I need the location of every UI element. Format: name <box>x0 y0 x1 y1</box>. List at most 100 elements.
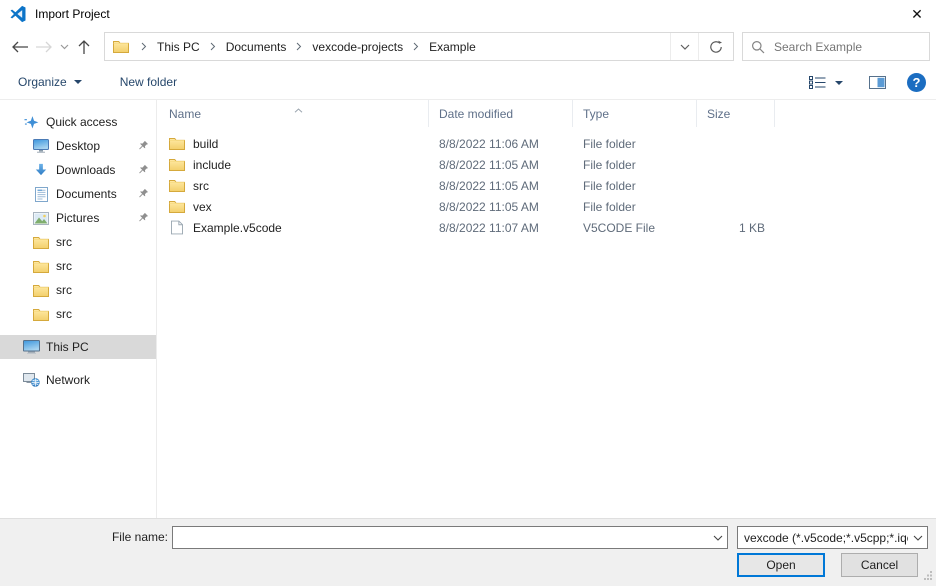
sidebar-item-label: Documents <box>56 187 117 201</box>
table-row[interactable]: src 8/8/2022 11:05 AM File folder <box>157 175 936 196</box>
change-view-button[interactable] <box>805 72 847 93</box>
sidebar-item-label: Network <box>46 373 90 387</box>
sidebar-item-pictures[interactable]: Pictures <box>0 206 156 230</box>
documents-icon <box>32 187 50 202</box>
folder-icon <box>169 158 185 171</box>
file-type: V5CODE File <box>573 221 697 235</box>
file-date-modified: 8/8/2022 11:05 AM <box>429 200 573 214</box>
folder-icon <box>169 200 185 213</box>
column-header-date-modified[interactable]: Date modified <box>429 100 573 127</box>
resize-grip[interactable] <box>924 569 933 583</box>
sidebar-item-network[interactable]: Network <box>0 368 156 392</box>
pictures-icon <box>32 212 50 225</box>
file-size: 1 KB <box>697 221 775 235</box>
search-input[interactable] <box>774 40 921 54</box>
sidebar-item-this-pc[interactable]: This PC <box>0 335 156 359</box>
file-date-modified: 8/8/2022 11:05 AM <box>429 158 573 172</box>
file-name: build <box>193 137 218 151</box>
file-name-label: File name: <box>0 530 168 544</box>
close-icon[interactable]: ✕ <box>907 4 927 24</box>
file-type: File folder <box>573 200 697 214</box>
open-button[interactable]: Open <box>737 553 825 577</box>
file-name: include <box>193 158 231 172</box>
sidebar-item-label: Pictures <box>56 211 99 225</box>
breadcrumb-documents[interactable]: Documents <box>222 33 291 60</box>
sidebar-item-src[interactable]: src <box>0 302 156 326</box>
help-icon[interactable]: ? <box>907 73 926 92</box>
navigation-bar: This PC Documents vexcode-projects Examp… <box>0 28 936 65</box>
folder-icon <box>32 260 50 273</box>
cancel-button[interactable]: Cancel <box>841 553 918 577</box>
folder-icon <box>32 236 50 249</box>
file-type: File folder <box>573 158 697 172</box>
refresh-icon[interactable] <box>698 33 733 60</box>
sidebar-item-documents[interactable]: Documents <box>0 182 156 206</box>
table-row[interactable]: vex 8/8/2022 11:05 AM File folder <box>157 196 936 217</box>
breadcrumb-vexcode-projects[interactable]: vexcode-projects <box>308 33 407 60</box>
file-type: File folder <box>573 179 697 193</box>
sidebar-item-label: src <box>56 259 72 273</box>
file-name: src <box>193 179 209 193</box>
file-type-select[interactable]: vexcode (*.v5code;*.v5cpp;*.iqc <box>737 526 928 549</box>
column-header-type[interactable]: Type <box>573 100 697 127</box>
search-box[interactable] <box>742 32 930 61</box>
sidebar-item-src[interactable]: src <box>0 254 156 278</box>
command-toolbar: Organize New folder ? <box>0 65 936 100</box>
sidebar-item-src[interactable]: src <box>0 278 156 302</box>
file-name-combo <box>172 526 728 549</box>
file-list: Name Date modified Type Size build 8/8/2… <box>157 100 936 518</box>
address-bar[interactable]: This PC Documents vexcode-projects Examp… <box>104 32 734 61</box>
folder-icon <box>169 137 185 150</box>
table-row[interactable]: include 8/8/2022 11:05 AM File folder <box>157 154 936 175</box>
column-header-size[interactable]: Size <box>697 100 775 127</box>
pin-icon[interactable] <box>138 212 149 223</box>
sidebar-item-src[interactable]: src <box>0 230 156 254</box>
sidebar-item-label: Desktop <box>56 139 100 153</box>
new-folder-button[interactable]: New folder <box>114 70 183 94</box>
breadcrumb-chevron-icon <box>290 33 308 60</box>
sidebar-item-downloads[interactable]: Downloads <box>0 158 156 182</box>
back-button[interactable] <box>8 35 32 59</box>
file-rows: build 8/8/2022 11:06 AM File folder incl… <box>157 127 936 238</box>
folder-icon <box>32 284 50 297</box>
sidebar-item-quick-access[interactable]: Quick access <box>0 110 156 134</box>
recent-locations-chevron-icon[interactable] <box>56 35 72 59</box>
pin-icon[interactable] <box>138 140 149 151</box>
table-row[interactable]: Example.v5code 8/8/2022 11:07 AM V5CODE … <box>157 217 936 238</box>
breadcrumb-chevron-icon <box>407 33 425 60</box>
organize-button[interactable]: Organize <box>12 70 88 94</box>
pin-icon[interactable] <box>138 188 149 199</box>
sidebar-item-label: src <box>56 283 72 297</box>
table-row[interactable]: build 8/8/2022 11:06 AM File folder <box>157 133 936 154</box>
file-date-modified: 8/8/2022 11:06 AM <box>429 137 573 151</box>
forward-button[interactable] <box>32 35 56 59</box>
file-icon <box>169 220 185 235</box>
file-name: Example.v5code <box>193 221 282 235</box>
dialog-footer: File name: vexcode (*.v5code;*.v5cpp;*.i… <box>0 518 936 586</box>
column-header-name[interactable]: Name <box>157 100 429 127</box>
address-dropdown-chevron-icon[interactable] <box>670 33 698 60</box>
pin-icon[interactable] <box>138 164 149 175</box>
breadcrumb-chevron-icon <box>204 33 222 60</box>
sidebar-item-label: src <box>56 307 72 321</box>
preview-pane-button[interactable] <box>865 72 890 93</box>
file-name: vex <box>193 200 212 214</box>
sidebar-item-label: Quick access <box>46 115 117 129</box>
up-button[interactable] <box>72 35 96 59</box>
window-title: Import Project <box>35 7 110 21</box>
file-name-input[interactable] <box>173 527 708 548</box>
chevron-down-icon[interactable] <box>708 527 727 548</box>
breadcrumb-this-pc[interactable]: This PC <box>153 33 204 60</box>
file-date-modified: 8/8/2022 11:07 AM <box>429 221 573 235</box>
sidebar-item-desktop[interactable]: Desktop <box>0 134 156 158</box>
new-folder-label: New folder <box>120 75 177 89</box>
sidebar-item-label: This PC <box>46 340 89 354</box>
title-bar: Import Project ✕ <box>0 0 936 28</box>
organize-label: Organize <box>18 75 67 89</box>
breadcrumb-example[interactable]: Example <box>425 33 480 60</box>
desktop-icon <box>32 139 50 153</box>
vexcode-logo-icon <box>9 5 27 23</box>
details-view-icon <box>809 76 826 89</box>
column-headers: Name Date modified Type Size <box>157 100 936 127</box>
preview-pane-icon <box>869 76 886 89</box>
